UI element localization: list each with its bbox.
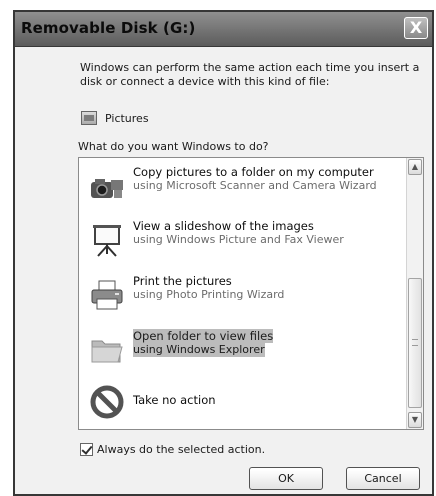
action-item-copy-pictures[interactable]: Copy pictures to a folder on my computer… [83,162,403,210]
action-item-slideshow[interactable]: View a slideshow of the images using Win… [83,216,403,264]
no-action-icon [90,385,124,419]
always-do-row[interactable]: Always do the selected action. [80,441,265,457]
folder-icon [91,340,123,363]
action-item-no-action[interactable]: Take no action [83,378,403,426]
action-label: View a slideshow of the images [133,219,314,233]
pictures-icon [81,111,97,125]
chevron-down-icon: ▼ [411,415,419,424]
always-do-checkbox[interactable] [80,442,93,456]
action-label: Open folder to view files [133,329,274,343]
action-description: using Windows Explorer [133,343,265,357]
action-description: using Photo Printing Wizard [133,288,285,301]
action-description: using Windows Picture and Fax Viewer [133,233,344,246]
autoplay-dialog: Removable Disk (G:) X Windows can perfor… [13,10,434,496]
action-label: Copy pictures to a folder on my computer [133,165,374,179]
content-type-label: Pictures [105,111,149,125]
scroll-up-button[interactable]: ▲ [408,159,422,175]
title-bar[interactable]: Removable Disk (G:) X [15,12,432,47]
ok-button[interactable]: OK [249,467,323,490]
list-scrollbar[interactable]: ▲ ▼ [406,158,423,429]
action-label: Print the pictures [133,274,232,288]
scroll-thumb[interactable] [408,278,422,408]
action-item-print[interactable]: Print the pictures using Photo Printing … [83,271,403,319]
chevron-up-icon: ▲ [411,162,419,171]
camera-icon [91,179,123,198]
close-button[interactable]: X [404,17,428,39]
close-icon: X [409,18,423,37]
cancel-button[interactable]: Cancel [346,467,420,490]
action-item-open-folder[interactable]: Open folder to view files using Windows … [83,326,403,374]
slideshow-icon [93,225,121,257]
question-text: What do you want Windows to do? [78,140,269,153]
action-label: Take no action [133,393,216,407]
action-description: using Microsoft Scanner and Camera Wizar… [133,179,377,192]
window-title: Removable Disk (G:) [21,19,196,37]
intro-text: Windows can perform the same action each… [80,61,420,88]
printer-icon [91,280,123,310]
scroll-down-button[interactable]: ▼ [408,412,422,428]
always-do-label: Always do the selected action. [97,442,266,456]
action-list[interactable]: Copy pictures to a folder on my computer… [78,157,424,430]
content-type-row: Pictures [81,108,149,128]
